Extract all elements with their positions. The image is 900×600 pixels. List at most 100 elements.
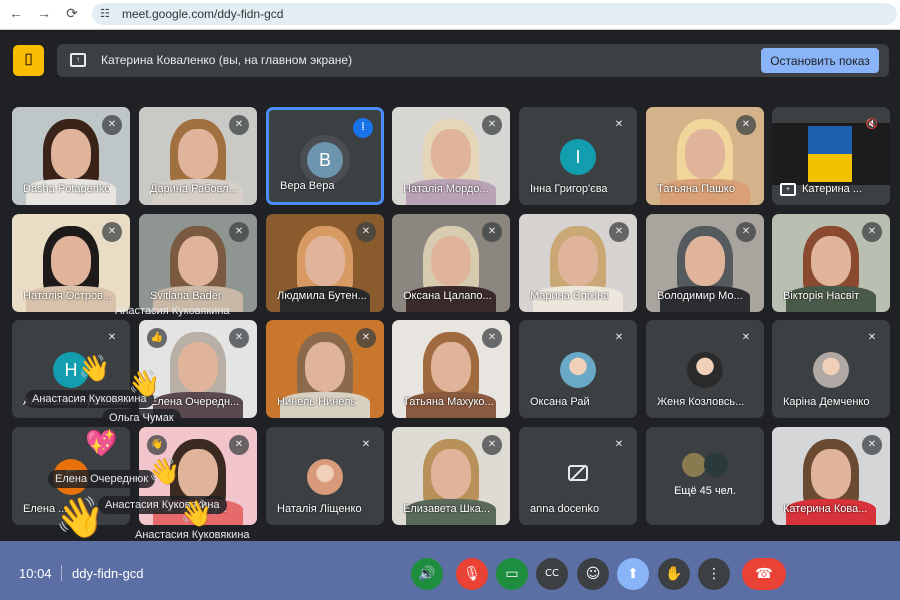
presentation-image (808, 126, 852, 182)
reload-icon[interactable]: ⟳ (62, 5, 82, 22)
avatar-photo (682, 453, 706, 477)
end-call-button[interactable]: ☎ (742, 558, 786, 590)
presentation-banner: ↑ Катерина Коваленко (вы, на главном экр… (57, 44, 889, 77)
reaction-name-label: Ольга Чумак (102, 409, 181, 427)
participant-name: Татьяна Махуко... (403, 396, 494, 408)
mic-off-icon: ✕ (229, 328, 249, 348)
participant-tile[interactable]: + Катерина ... 🔇 (772, 107, 890, 205)
reactions-button[interactable]: ☺ (577, 558, 609, 590)
participant-tile[interactable]: Елизавета Шка... ✕ (392, 427, 510, 525)
captions-button[interactable]: CC (536, 558, 568, 590)
mic-off-icon: ✕ (609, 435, 629, 455)
mic-off-icon: ✕ (862, 222, 882, 242)
participant-tile[interactable]: Оксана Цалапо... ✕ (392, 214, 510, 312)
participant-tile[interactable]: Dasha Potapenko ✕ (12, 107, 130, 205)
avatar-photo (307, 459, 343, 495)
participant-name: Вера Вера (280, 180, 335, 192)
avatar-photo (813, 352, 849, 388)
participant-tile[interactable]: Вікторія Насвіт ✕ (772, 214, 890, 312)
raise-hand-button[interactable]: ✋ (658, 558, 690, 590)
person-face (51, 129, 91, 179)
participant-tile[interactable]: Людмила Бутен... ✕ (266, 214, 384, 312)
participant-tile[interactable]: B Вера Вера ⁞ (266, 107, 384, 205)
speaker-button[interactable]: 🔊 (411, 558, 443, 590)
url-text: meet.google.com/ddy-fidn-gcd (122, 7, 284, 21)
participant-name: Володимир Мо... (657, 290, 743, 302)
participant-tile[interactable]: Татьяна Махуко... ✕ (392, 320, 510, 418)
mic-off-icon: ✕ (229, 115, 249, 135)
camera-off-icon (568, 465, 588, 481)
participant-tile[interactable]: I Інна Григор'єва ✕ (519, 107, 637, 205)
participant-name: Вікторія Насвіт (783, 290, 860, 302)
participant-tile[interactable]: Svitlana Bader ✕ (139, 214, 257, 312)
mic-off-icon: ✕ (356, 222, 376, 242)
participant-tile[interactable]: Каріна Демченко ✕ (772, 320, 890, 418)
back-icon[interactable]: ← (6, 5, 26, 21)
camera-button[interactable]: ▭ (496, 558, 528, 590)
mic-off-icon: ✕ (102, 222, 122, 242)
reaction-emoji-icon: 👋 (148, 456, 181, 486)
present-button[interactable]: ⬆ (617, 558, 649, 590)
reaction-name-label: Елена Очереднюк (48, 470, 156, 488)
participant-tile[interactable]: Нинель Нинель ✕ (266, 320, 384, 418)
person-face (305, 342, 345, 392)
person-face (431, 129, 471, 179)
mic-off-icon: ✕ (609, 222, 629, 242)
participant-tile[interactable]: Женя Козловсь... ✕ (646, 320, 764, 418)
speaking-indicator-icon: ⁞ (353, 118, 373, 138)
mic-off-icon: ✕ (482, 328, 502, 348)
participant-name: Наталія Мордо... (403, 183, 489, 195)
participant-tile[interactable]: Наталія Остров... ✕ (12, 214, 130, 312)
volume-off-icon: 🔇 (865, 119, 879, 130)
more-participants-label[interactable]: Ещё 45 чел. (646, 485, 764, 497)
participant-name: Оксана Цалапо... (403, 290, 492, 302)
raised-hand-icon: 👋 (147, 435, 167, 455)
reaction-emoji-icon: 👋 (55, 496, 105, 540)
mic-off-icon: ✕ (356, 435, 376, 455)
mic-off-icon: ✕ (862, 435, 882, 455)
participant-tile[interactable]: Володимир Мо... ✕ (646, 214, 764, 312)
participant-name: Татьяна Пашко (657, 183, 735, 195)
participant-name: Марина Єпіхіна (530, 290, 610, 302)
mic-off-icon: ✕ (102, 328, 122, 348)
forward-icon[interactable]: → (34, 5, 54, 21)
banner-text: Катерина Коваленко (вы, на главном экран… (101, 53, 353, 67)
control-bar: 10:04 ddy-fidn-gcd 🔊 🎙 ▭ CC ☺ ⬆ ✋ ⋮ ☎ (0, 541, 900, 600)
mic-off-icon: ✕ (482, 222, 502, 242)
participant-name: Оксана Рай (530, 396, 590, 408)
person-face (178, 449, 218, 499)
person-face (685, 236, 725, 286)
address-bar[interactable]: ☷ meet.google.com/ddy-fidn-gcd (92, 3, 897, 25)
site-settings-icon[interactable]: ☷ (100, 3, 110, 25)
person-face (431, 449, 471, 499)
participant-tile[interactable]: Катерина Кова... ✕ (772, 427, 890, 525)
avatar: B (307, 142, 343, 178)
participant-name: Катерина Кова... (783, 503, 868, 515)
participant-name: anna docenko (530, 503, 600, 515)
meeting-code: ddy-fidn-gcd (72, 566, 144, 581)
mic-off-icon: ✕ (102, 115, 122, 135)
stop-presenting-button[interactable]: Остановить показ (761, 48, 879, 73)
participant-tile[interactable]: Оксана Рай ✕ (519, 320, 637, 418)
person-face (431, 342, 471, 392)
participant-tile[interactable]: Марина Єпіхіна ✕ (519, 214, 637, 312)
person-face (558, 236, 598, 286)
avatar-photo (687, 352, 723, 388)
participant-tile[interactable]: Наталія Ліщенко ✕ (266, 427, 384, 525)
person-face (178, 236, 218, 286)
participant-name: Елизавета Шка... (403, 503, 491, 515)
reaction-emoji-icon: 💖 (85, 428, 118, 458)
microphone-button[interactable]: 🎙 (456, 558, 488, 590)
participant-name: Женя Козловсь... (657, 396, 745, 408)
participant-tile[interactable]: Татьяна Пашко ✕ (646, 107, 764, 205)
participant-tile[interactable]: anna docenko ✕ (519, 427, 637, 525)
participant-tile[interactable]: Дарина Рабовл... ✕ (139, 107, 257, 205)
reaction-emoji-icon: 👋 (180, 498, 213, 528)
participant-name: Наталія Ліщенко (277, 503, 362, 515)
more-options-button[interactable]: ⋮ (698, 558, 730, 590)
participant-tile[interactable]: Ещё 45 чел. (646, 427, 764, 525)
person-face (431, 236, 471, 286)
meet-logo-icon[interactable]: ⌷ (13, 45, 44, 76)
mic-off-icon: ✕ (229, 222, 249, 242)
participant-tile[interactable]: Наталія Мордо... ✕ (392, 107, 510, 205)
